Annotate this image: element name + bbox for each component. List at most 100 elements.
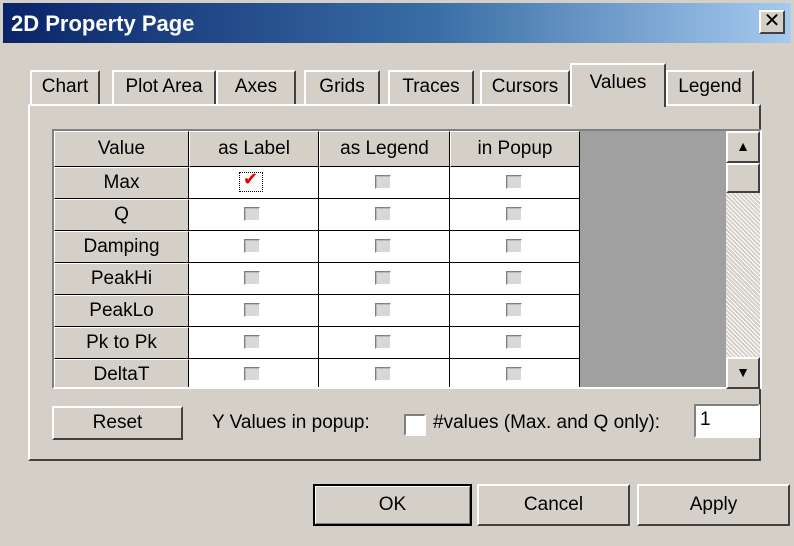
column-header-text: in Popup [477, 138, 553, 159]
close-icon: ✕ [763, 10, 781, 32]
checkbox[interactable] [506, 367, 522, 381]
y-values-checkbox[interactable] [404, 414, 426, 436]
cell-peaklo-as-legend[interactable] [319, 295, 450, 327]
cell-peakhi-as-label[interactable] [189, 263, 319, 295]
column-header-value[interactable]: Value [54, 131, 189, 167]
cell-peaklo-as-label[interactable] [189, 295, 319, 327]
property-dialog: 2D Property Page ✕ Chart Plot Area Axes … [0, 0, 794, 546]
checkbox[interactable] [375, 175, 391, 189]
tab-plot-area[interactable]: Plot Area [112, 70, 216, 104]
checkbox[interactable] [375, 207, 391, 221]
checkbox[interactable] [244, 239, 260, 253]
values-count-label: #values (Max. and Q only): [433, 412, 661, 433]
cell-q-as-label[interactable] [189, 199, 319, 231]
cell-damping-as-label[interactable] [189, 231, 319, 263]
checkbox[interactable] [506, 271, 522, 285]
tab-cursors[interactable]: Cursors [480, 70, 570, 104]
tab-label: Values [589, 72, 647, 93]
tab-label: Chart [41, 76, 89, 97]
apply-button[interactable]: Apply [637, 484, 790, 526]
column-header-text: as Legend [340, 138, 429, 159]
cell-peakhi-in-popup[interactable] [450, 263, 580, 295]
title-bar[interactable]: 2D Property Page ✕ [3, 3, 791, 43]
checkbox[interactable] [244, 207, 260, 221]
tab-axes[interactable]: Axes [216, 70, 296, 104]
tab-label: Axes [234, 76, 278, 97]
tab-grids[interactable]: Grids [304, 70, 380, 104]
cell-q-in-popup[interactable] [450, 199, 580, 231]
checked-checkbox[interactable]: ✔ [239, 169, 263, 192]
checkbox[interactable] [244, 367, 260, 381]
tab-chart[interactable]: Chart [30, 70, 100, 104]
checkbox[interactable] [375, 271, 391, 285]
cell-deltat-in-popup[interactable] [450, 359, 580, 387]
ok-button[interactable]: OK [313, 484, 472, 526]
checkbox[interactable] [506, 207, 522, 221]
cell-peaklo-in-popup[interactable] [450, 295, 580, 327]
checkbox[interactable] [506, 239, 522, 253]
checkbox[interactable] [506, 175, 522, 189]
cell-pk-to-pk-in-popup[interactable] [450, 327, 580, 359]
ok-label: OK [378, 494, 407, 515]
column-header-as-legend[interactable]: as Legend [319, 131, 450, 167]
cell-damping-in-popup[interactable] [450, 231, 580, 263]
cell-deltat-as-legend[interactable] [319, 359, 450, 387]
row-header-pk-to-pk[interactable]: Pk to Pk [54, 327, 189, 359]
scroll-down-button[interactable]: ▼ [726, 357, 760, 389]
grid-scrollbar[interactable]: ▲ ▼ [726, 131, 760, 389]
values-grid: Value as Label as Legend in Popup Max ✔ … [52, 129, 762, 389]
column-header-text: as Label [218, 138, 290, 159]
cell-max-in-popup[interactable] [450, 167, 580, 199]
y-values-label: Y Values in popup: [212, 412, 370, 433]
row-header-max[interactable]: Max [54, 167, 189, 199]
row-header-peaklo[interactable]: PeakLo [54, 295, 189, 327]
checkbox[interactable] [244, 335, 260, 349]
column-header-in-popup[interactable]: in Popup [450, 131, 580, 167]
row-header-peakhi[interactable]: PeakHi [54, 263, 189, 295]
row-header-text: Damping [83, 236, 160, 257]
checkbox[interactable] [506, 303, 522, 317]
column-header-as-label[interactable]: as Label [189, 131, 319, 167]
row-header-q[interactable]: Q [54, 199, 189, 231]
checkbox[interactable] [375, 239, 391, 253]
reset-button[interactable]: Reset [52, 406, 183, 440]
scroll-up-button[interactable]: ▲ [726, 131, 760, 163]
scroll-thumb[interactable] [726, 163, 760, 193]
cell-q-as-legend[interactable] [319, 199, 450, 231]
tab-label: Traces [402, 76, 460, 97]
tab-label: Legend [678, 76, 742, 97]
tab-label: Cursors [491, 76, 559, 97]
cell-pk-to-pk-as-legend[interactable] [319, 327, 450, 359]
tab-values[interactable]: Values [570, 63, 666, 107]
cancel-button[interactable]: Cancel [477, 484, 630, 526]
cell-max-as-label[interactable]: ✔ [189, 167, 319, 199]
checkbox[interactable] [375, 335, 391, 349]
row-header-text: Pk to Pk [86, 332, 157, 353]
checkbox[interactable] [244, 271, 260, 285]
arrow-up-icon: ▲ [736, 138, 750, 154]
cancel-label: Cancel [523, 494, 584, 515]
cell-damping-as-legend[interactable] [319, 231, 450, 263]
checkbox[interactable] [375, 367, 391, 381]
column-header-text: Value [97, 138, 146, 159]
row-header-text: DeltaT [93, 364, 150, 385]
tab-label: Grids [319, 76, 365, 97]
apply-label: Apply [689, 494, 738, 515]
row-header-text: PeakLo [89, 300, 154, 321]
cell-deltat-as-label[interactable] [189, 359, 319, 387]
values-count-input[interactable]: 1 [694, 404, 760, 438]
row-header-damping[interactable]: Damping [54, 231, 189, 263]
row-header-text: Q [114, 204, 129, 225]
row-header-deltat[interactable]: DeltaT [54, 359, 189, 387]
close-button[interactable]: ✕ [759, 10, 785, 34]
tab-traces[interactable]: Traces [388, 70, 474, 104]
checkbox[interactable] [244, 303, 260, 317]
checkbox[interactable] [506, 335, 522, 349]
cell-max-as-legend[interactable] [319, 167, 450, 199]
check-mark-icon: ✔ [243, 169, 259, 189]
row-header-text: Max [103, 172, 140, 193]
cell-peakhi-as-legend[interactable] [319, 263, 450, 295]
cell-pk-to-pk-as-label[interactable] [189, 327, 319, 359]
checkbox[interactable] [375, 303, 391, 317]
tab-legend[interactable]: Legend [666, 70, 754, 104]
